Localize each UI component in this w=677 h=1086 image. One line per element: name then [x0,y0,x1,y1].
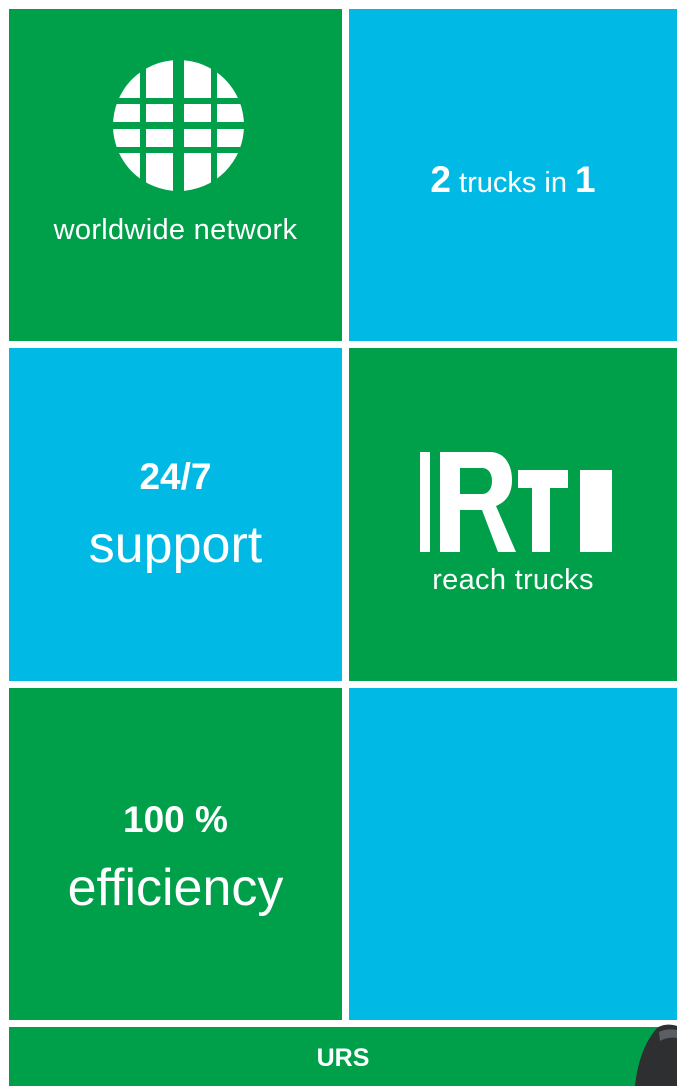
urs-label: URS [316,1044,370,1072]
rt-logo-icon [420,452,612,552]
efficiency-number: 100 % [123,799,228,840]
reach-trucks-label: reach trucks [432,564,594,596]
worldwide-network-label: worldwide network [53,214,298,246]
globe-icon [113,60,244,191]
trucks-number-b: 1 [575,159,596,200]
tile-worldwide-network[interactable]: worldwide network [9,9,342,341]
tile-support[interactable]: 24/7 support [9,348,342,681]
trucks-headline: 2 trucks in 1 [349,159,677,201]
support-number: 24/7 [139,456,212,497]
efficiency-word: efficiency [67,859,284,917]
urs-bar[interactable]: URS [9,1027,677,1086]
trucks-middle-text: trucks in [450,167,576,199]
tile-trucks[interactable]: 2 trucks in 1 [349,9,677,341]
tile-grid: worldwide network 2 trucks in 1 24/7 sup… [0,0,677,1086]
trucks-number-a: 2 [430,159,451,200]
tile-empty[interactable] [349,688,677,1020]
tile-reach-trucks[interactable]: reach trucks [349,348,677,681]
tile-efficiency[interactable]: 100 % efficiency [9,688,342,1020]
corner-object-image [635,1024,677,1086]
support-word: support [88,516,263,574]
